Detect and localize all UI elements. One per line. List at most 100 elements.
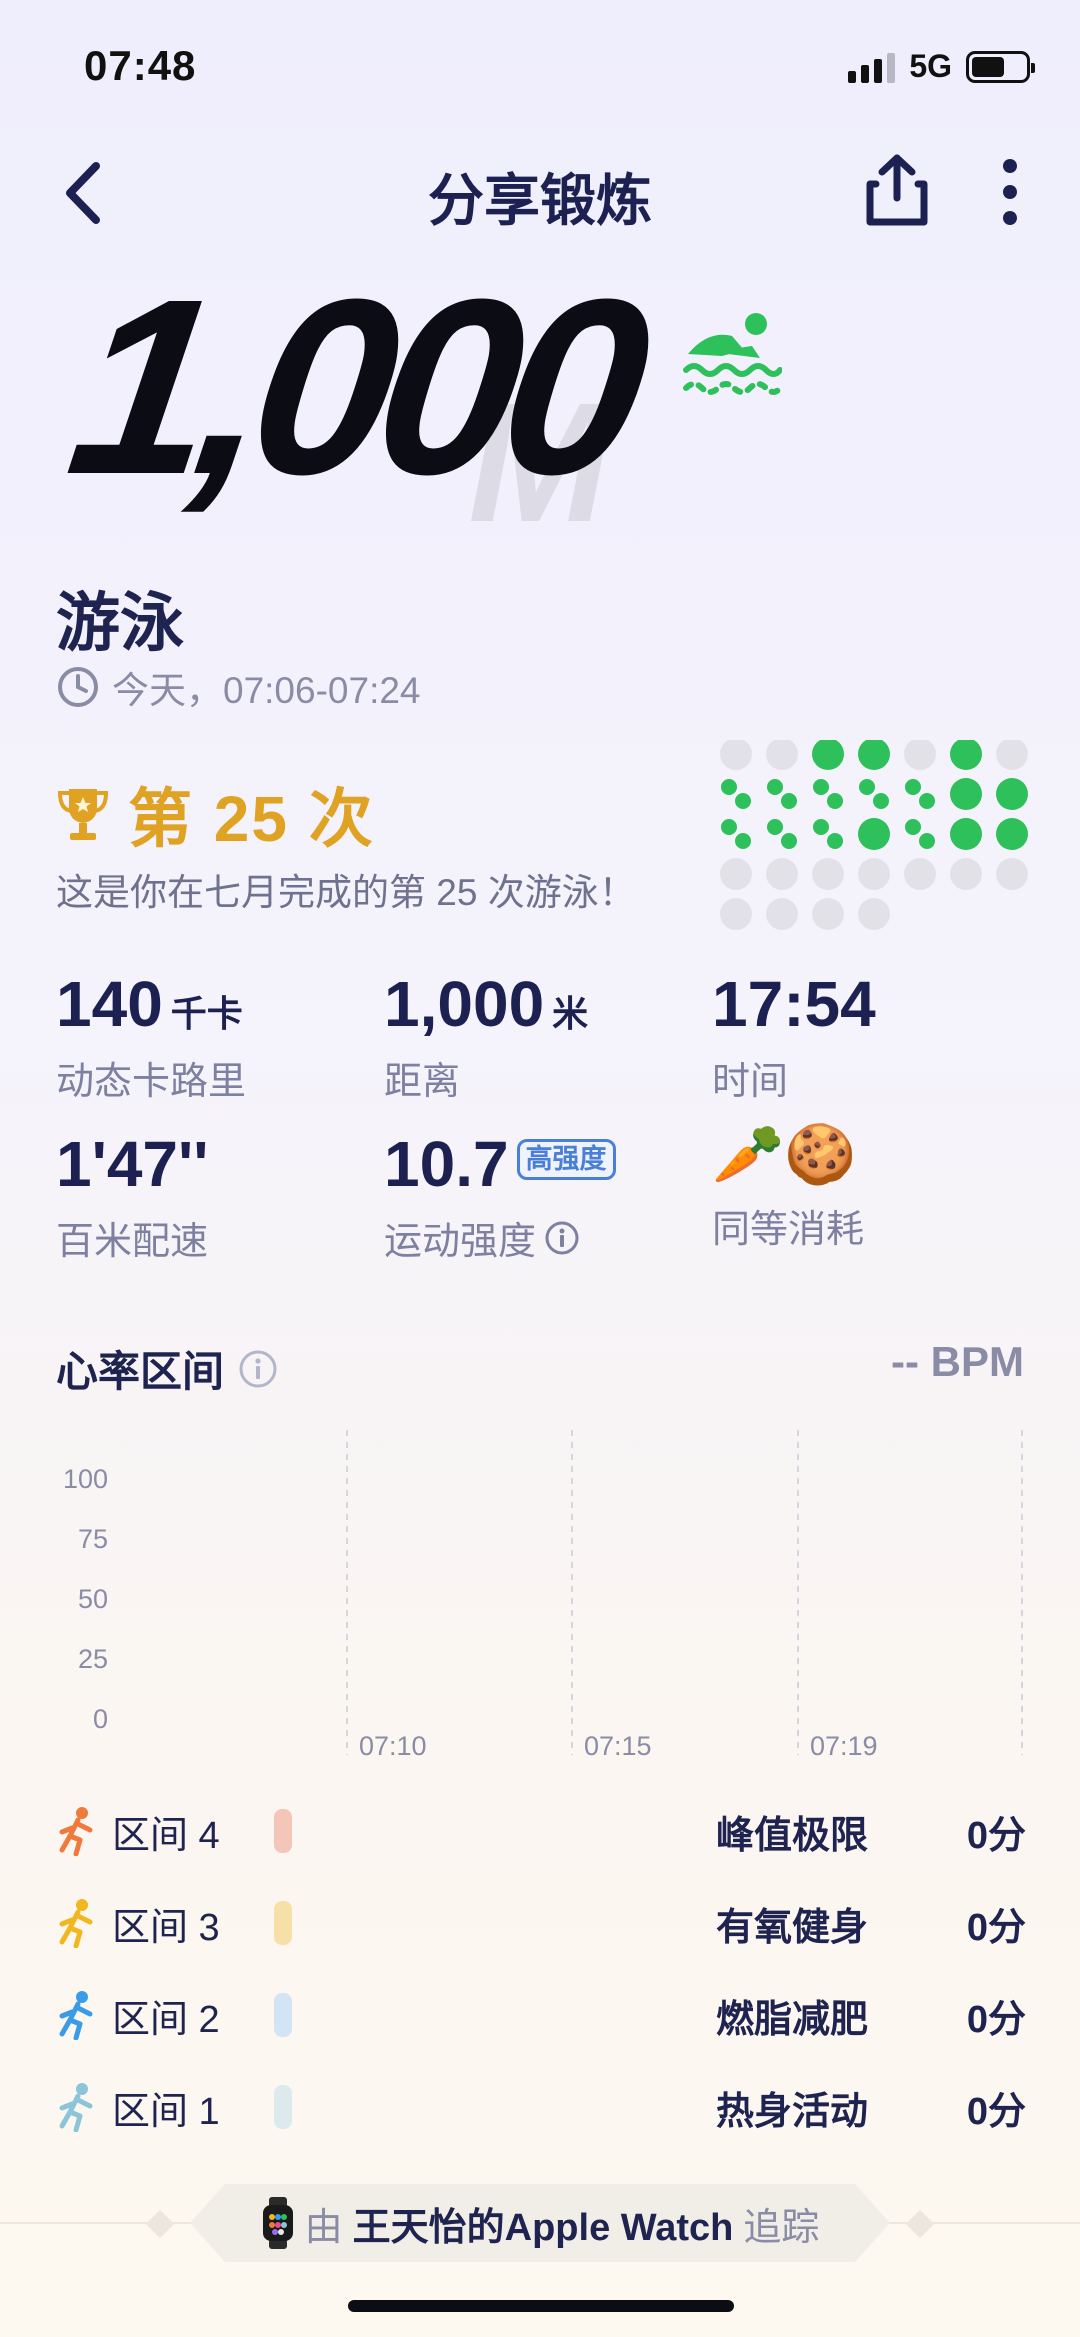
day-dot bbox=[950, 858, 982, 890]
y-tick-label: 75 bbox=[78, 1524, 108, 1554]
day-dot bbox=[827, 793, 843, 809]
zone-duration: 0分 bbox=[966, 2090, 1026, 2133]
day-dot bbox=[812, 740, 844, 770]
achievement-row: 第 25 次 bbox=[56, 768, 375, 860]
day-dot bbox=[905, 779, 921, 795]
heart-rate-title: 心率区间 bbox=[56, 1338, 278, 1399]
day-dot bbox=[950, 818, 982, 850]
intensity-badge: 高强度 bbox=[516, 1138, 616, 1180]
info-icon[interactable] bbox=[238, 1349, 278, 1389]
day-dot bbox=[813, 819, 829, 835]
running-figure-icon bbox=[56, 1806, 96, 1856]
stat-distance: 1,000 米 距离 bbox=[384, 972, 588, 1105]
activity-name: 游泳 bbox=[56, 587, 184, 659]
distance-value: 1,000 bbox=[384, 968, 545, 1040]
achievement-description: 这是你在七月完成的第 25 次游泳！ bbox=[56, 872, 636, 913]
running-figure-icon bbox=[56, 1990, 96, 2040]
battery-icon bbox=[966, 50, 1035, 83]
day-dot bbox=[873, 793, 889, 809]
day-dot bbox=[781, 833, 797, 849]
day-dot bbox=[904, 740, 936, 770]
running-figure-icon bbox=[56, 1898, 96, 1948]
day-dot bbox=[812, 858, 844, 890]
stat-duration: 17:54 时间 bbox=[712, 972, 876, 1105]
home-indicator[interactable] bbox=[348, 2300, 734, 2312]
footer-ornament-right bbox=[905, 2209, 935, 2239]
zone-row: 区间 4 峰值极限 0分 bbox=[56, 1796, 1026, 1866]
day-dot bbox=[858, 858, 890, 890]
day-dot bbox=[720, 898, 752, 930]
footer-prefix: 由 bbox=[304, 2206, 343, 2249]
equivalent-label: 同等消耗 bbox=[712, 1209, 865, 1251]
y-tick-label: 50 bbox=[78, 1584, 108, 1614]
achievement-label: 第 25 次 bbox=[128, 783, 375, 855]
day-dot bbox=[721, 819, 737, 835]
zone-duration: 0分 bbox=[966, 1998, 1026, 2041]
stat-intensity: 10.7 高强度 运动强度 bbox=[384, 1132, 616, 1265]
zone-duration: 0分 bbox=[966, 1814, 1026, 1857]
day-dot bbox=[996, 818, 1028, 850]
stat-pace: 1'47'' 百米配速 bbox=[56, 1132, 208, 1265]
day-dot bbox=[996, 858, 1028, 890]
zone-category: 热身活动 bbox=[716, 2090, 869, 2133]
status-time: 07:48 bbox=[84, 42, 197, 89]
day-dot bbox=[859, 779, 875, 795]
zone-name: 区间 1 bbox=[112, 2090, 220, 2133]
day-dot bbox=[950, 778, 982, 810]
running-figure-icon bbox=[56, 2082, 96, 2132]
equivalent-emojis: 🥕🍪 bbox=[712, 1122, 857, 1187]
zone-row: 区间 1 热身活动 0分 bbox=[56, 2072, 1026, 2142]
zone-color-indicator bbox=[274, 1809, 292, 1853]
day-dot bbox=[720, 740, 752, 770]
pace-value: 1'47'' bbox=[56, 1128, 209, 1200]
day-dot bbox=[858, 740, 890, 770]
calories-unit: 千卡 bbox=[170, 993, 243, 1034]
day-dot bbox=[996, 740, 1028, 770]
share-icon[interactable] bbox=[862, 150, 932, 230]
zone-name: 区间 3 bbox=[112, 1906, 220, 1949]
zone-category: 有氧健身 bbox=[716, 1906, 869, 1949]
zone-color-indicator bbox=[274, 1993, 292, 2037]
time-range: 今天，07:06-07:24 bbox=[112, 670, 421, 711]
day-dot bbox=[766, 898, 798, 930]
stat-equivalent: 🥕🍪 同等消耗 bbox=[712, 1126, 864, 1253]
hero-distance-value: 1,000 bbox=[56, 247, 651, 526]
zone-name: 区间 2 bbox=[112, 1998, 220, 2041]
duration-label: 时间 bbox=[712, 1061, 789, 1103]
day-dot bbox=[950, 740, 982, 770]
intensity-label: 运动强度 bbox=[384, 1221, 537, 1263]
zone-row: 区间 3 有氧健身 0分 bbox=[56, 1888, 1026, 1958]
intensity-value: 10.7 bbox=[384, 1128, 509, 1200]
time-range-row: 今天，07:06-07:24 bbox=[56, 660, 421, 714]
day-dot bbox=[919, 793, 935, 809]
x-tick-label: 07:19 bbox=[810, 1731, 878, 1760]
more-options-icon[interactable] bbox=[990, 156, 1030, 228]
footer-suffix: 追踪 bbox=[743, 2206, 820, 2249]
day-dot bbox=[721, 779, 737, 795]
apple-watch-icon bbox=[262, 2197, 293, 2249]
distance-label: 距离 bbox=[384, 1061, 461, 1103]
day-dot bbox=[735, 793, 751, 809]
zone-name: 区间 4 bbox=[112, 1814, 220, 1857]
day-dot bbox=[813, 779, 829, 795]
footer-ornament-left bbox=[145, 2209, 175, 2239]
zone-category: 峰值极限 bbox=[716, 1814, 869, 1857]
day-dot bbox=[720, 858, 752, 890]
tracked-by-banner: 由 王天怡的Apple Watch 追踪 bbox=[190, 2184, 890, 2262]
heart-rate-bpm: -- BPM bbox=[891, 1338, 1024, 1385]
y-tick-label: 25 bbox=[78, 1644, 108, 1674]
day-dot bbox=[735, 833, 751, 849]
y-tick-label: 0 bbox=[93, 1704, 108, 1734]
day-dot bbox=[781, 793, 797, 809]
day-dot bbox=[766, 740, 798, 770]
y-tick-label: 100 bbox=[63, 1464, 108, 1494]
zone-color-indicator bbox=[274, 1901, 292, 1945]
day-dot bbox=[996, 778, 1028, 810]
calories-label: 动态卡路里 bbox=[56, 1061, 247, 1103]
signal-icon bbox=[848, 51, 896, 83]
zone-category: 燃脂减肥 bbox=[716, 1998, 869, 2041]
zone-row: 区间 2 燃脂减肥 0分 bbox=[56, 1980, 1026, 2050]
info-icon[interactable] bbox=[544, 1220, 580, 1256]
day-dot bbox=[858, 818, 890, 850]
calories-value: 140 bbox=[56, 968, 163, 1040]
